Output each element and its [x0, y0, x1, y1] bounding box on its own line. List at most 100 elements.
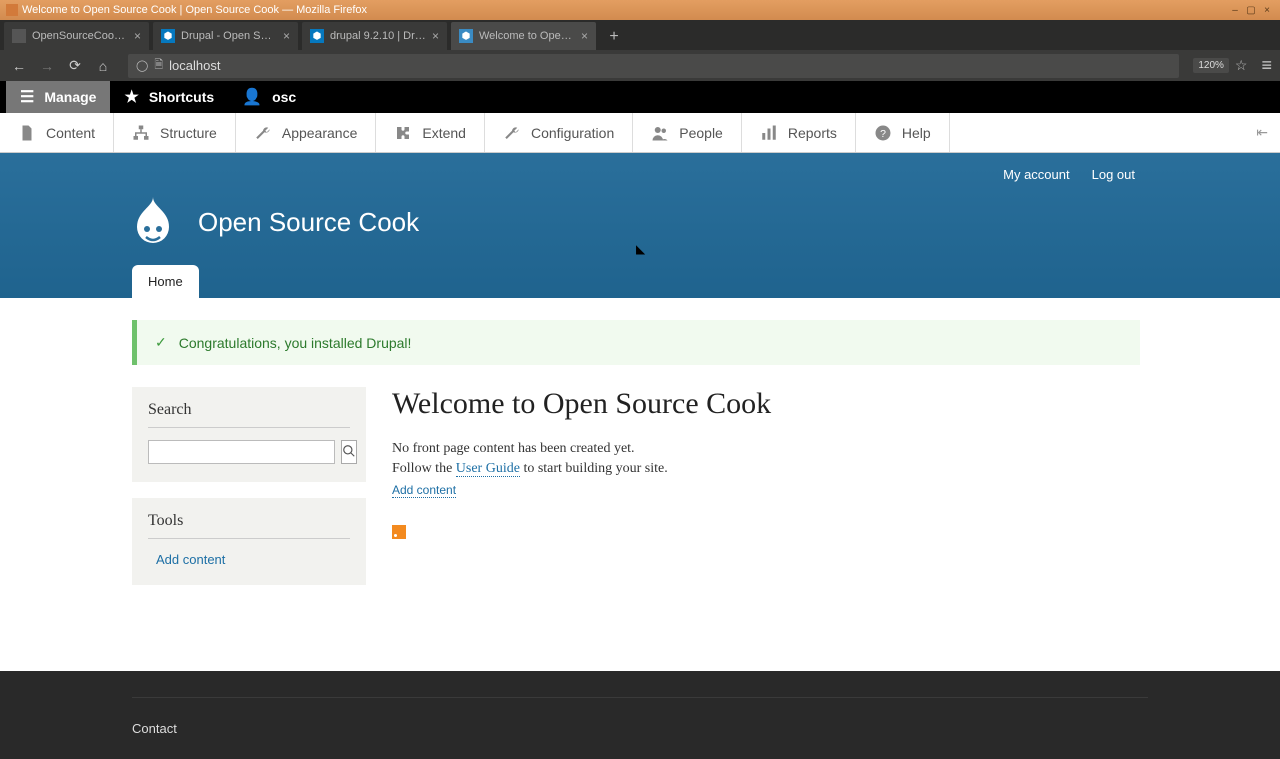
admin-label: Reports — [788, 125, 837, 141]
sidebar: Search Tools Add content — [132, 387, 366, 601]
user-button[interactable]: 👤 osc — [228, 81, 310, 113]
hamburger-icon: ☰ — [20, 87, 34, 107]
shortcuts-button[interactable]: ★ Shortcuts — [110, 81, 228, 113]
puzzle-icon — [394, 124, 412, 142]
wrench-icon — [254, 124, 272, 142]
window-close-icon[interactable]: × — [1260, 3, 1274, 17]
window-maximize-icon[interactable]: ▢ — [1244, 3, 1258, 17]
hamburger-icon[interactable]: ≡ — [1261, 55, 1272, 76]
favicon-icon: ⬢ — [310, 29, 324, 43]
user-icon: 👤 — [242, 87, 262, 107]
tab-label: Drupal - Open Source C — [181, 30, 277, 42]
shortcuts-label: Shortcuts — [149, 89, 214, 105]
admin-configuration[interactable]: Configuration — [485, 113, 633, 152]
check-icon: ✓ — [155, 334, 167, 351]
people-icon — [651, 124, 669, 142]
back-button[interactable]: ← — [8, 55, 30, 77]
spanner-icon — [503, 124, 521, 142]
rss-icon[interactable] — [392, 525, 406, 539]
close-icon[interactable]: × — [283, 29, 290, 43]
add-content-link[interactable]: Add content — [148, 552, 225, 567]
tools-title: Tools — [148, 512, 350, 539]
browser-tab[interactable]: ⬢ Drupal - Open Source C × — [153, 22, 298, 50]
collapse-toggle[interactable]: ⇤ — [1244, 124, 1280, 141]
browser-navbar: ← → ⟳ ⌂ ◯ 🗎 localhost 120% ☆ ≡ — [0, 50, 1280, 81]
page-title: Welcome to Open Source Cook — [392, 387, 1140, 421]
main-content: Welcome to Open Source Cook No front pag… — [392, 387, 1140, 601]
site-name[interactable]: Open Source Cook — [198, 207, 419, 238]
admin-label: Structure — [160, 125, 217, 141]
window-title: Welcome to Open Source Cook | Open Sourc… — [22, 4, 367, 16]
new-tab-button[interactable]: + — [600, 24, 628, 50]
search-block: Search — [132, 387, 366, 482]
admin-menu: Content Structure Appearance Extend Conf… — [0, 113, 1280, 153]
admin-label: Configuration — [531, 125, 614, 141]
admin-content[interactable]: Content — [0, 113, 114, 152]
add-content-link-main[interactable]: Add content — [392, 483, 456, 498]
url-bar[interactable]: ◯ 🗎 localhost — [128, 54, 1179, 78]
svg-text:?: ? — [880, 127, 886, 139]
admin-help[interactable]: ? Help — [856, 113, 950, 152]
footer: Contact — [0, 671, 1280, 759]
admin-label: People — [679, 125, 723, 141]
tools-block: Tools Add content — [132, 498, 366, 585]
user-guide-link[interactable]: User Guide — [456, 461, 520, 477]
forward-button[interactable]: → — [36, 55, 58, 77]
follow-pre: Follow the — [392, 461, 456, 476]
star-icon: ★ — [124, 87, 138, 107]
message-text: Congratulations, you installed Drupal! — [179, 335, 412, 351]
my-account-link[interactable]: My account — [1003, 167, 1069, 182]
drupal-toolbar: ☰ Manage ★ Shortcuts 👤 osc — [0, 81, 1280, 113]
browser-tabs: OpenSourceCook.in | I × ⬢ Drupal - Open … — [0, 20, 1280, 50]
info-icon: 🗎 — [154, 56, 163, 75]
tree-icon — [132, 124, 150, 142]
admin-appearance[interactable]: Appearance — [236, 113, 377, 152]
tab-home[interactable]: Home — [132, 265, 199, 298]
close-icon[interactable]: × — [581, 29, 588, 43]
bookmark-icon[interactable]: ☆ — [1235, 57, 1248, 74]
browser-tab[interactable]: OpenSourceCook.in | I × — [4, 22, 149, 50]
window-minimize-icon[interactable]: – — [1228, 3, 1242, 17]
site-header: My account Log out Open Source Cook Home — [0, 153, 1280, 298]
admin-extend[interactable]: Extend — [376, 113, 485, 152]
manage-label: Manage — [44, 89, 96, 105]
admin-structure[interactable]: Structure — [114, 113, 236, 152]
url-text: localhost — [169, 58, 220, 73]
search-title: Search — [148, 401, 350, 428]
tab-label: Welcome to Open Sou — [479, 30, 575, 42]
footer-divider — [132, 697, 1148, 698]
zoom-indicator[interactable]: 120% — [1193, 58, 1229, 73]
reload-button[interactable]: ⟳ — [64, 55, 86, 77]
firefox-icon — [6, 4, 18, 16]
main-area: Search Tools Add content Welcome to Open… — [0, 365, 1280, 621]
tab-label: drupal 9.2.10 | Drupal.c — [330, 30, 426, 42]
admin-people[interactable]: People — [633, 113, 742, 152]
browser-tab-active[interactable]: ⬢ Welcome to Open Sou × — [451, 22, 596, 50]
help-icon: ? — [874, 124, 892, 142]
close-icon[interactable]: × — [432, 29, 439, 43]
drupal-logo-icon[interactable] — [132, 197, 174, 247]
main-navigation-tabs: Home — [132, 265, 199, 298]
follow-post: to start building your site. — [520, 461, 668, 476]
manage-button[interactable]: ☰ Manage — [6, 81, 110, 113]
home-button[interactable]: ⌂ — [92, 55, 114, 77]
close-icon[interactable]: × — [134, 29, 141, 43]
user-links: My account Log out — [1003, 167, 1135, 182]
search-button[interactable] — [341, 440, 357, 464]
user-label: osc — [272, 89, 296, 105]
file-icon — [18, 124, 36, 142]
browser-tab[interactable]: ⬢ drupal 9.2.10 | Drupal.c × — [302, 22, 447, 50]
contact-link[interactable]: Contact — [132, 721, 177, 736]
favicon-icon: ⬢ — [459, 29, 473, 43]
admin-reports[interactable]: Reports — [742, 113, 856, 152]
status-message: ✓ Congratulations, you installed Drupal! — [132, 320, 1140, 365]
search-input[interactable] — [148, 440, 335, 464]
favicon-icon: ⬢ — [161, 29, 175, 43]
shield-icon: ◯ — [136, 59, 148, 72]
chart-icon — [760, 124, 778, 142]
tab-label: OpenSourceCook.in | I — [32, 30, 128, 42]
admin-label: Content — [46, 125, 95, 141]
logout-link[interactable]: Log out — [1092, 167, 1135, 182]
admin-label: Appearance — [282, 125, 358, 141]
window-titlebar: Welcome to Open Source Cook | Open Sourc… — [0, 0, 1280, 20]
